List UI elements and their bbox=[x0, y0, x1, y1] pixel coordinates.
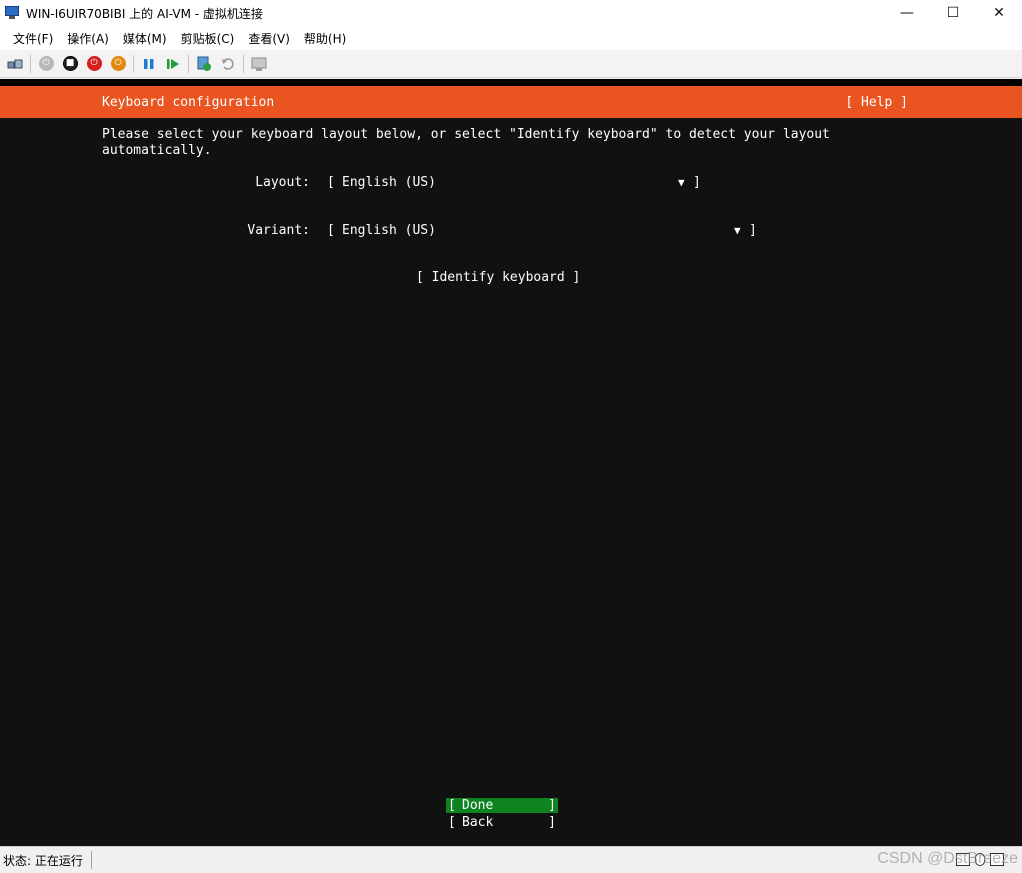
menu-clipboard[interactable]: 剪贴板(C) bbox=[174, 30, 242, 47]
start-icon[interactable]: ⏻ bbox=[34, 53, 58, 75]
window-controls: — ☐ ✕ bbox=[884, 0, 1022, 26]
screen-top-border bbox=[0, 79, 1022, 86]
toolbar-separator bbox=[243, 54, 244, 73]
layout-value: English (US) bbox=[342, 175, 436, 190]
title-bar: WIN-I6UIR70BIBI 上的 AI-VM - 虚拟机连接 — ☐ ✕ bbox=[0, 0, 1022, 26]
variant-value: English (US) bbox=[342, 223, 436, 238]
pause-icon[interactable] bbox=[137, 53, 161, 75]
turn-off-icon[interactable]: ■ bbox=[58, 53, 82, 75]
toolbar-separator bbox=[133, 54, 134, 73]
intro-text: Please select your keyboard layout below… bbox=[102, 127, 862, 159]
back-button[interactable]: [ Back ] bbox=[446, 815, 558, 830]
back-label: Back bbox=[462, 815, 494, 830]
bracket-open: [ bbox=[448, 798, 456, 813]
menu-bar: 文件(F) 操作(A) 媒体(M) 剪贴板(C) 查看(V) 帮助(H) bbox=[0, 26, 1022, 50]
page-title: Keyboard configuration bbox=[102, 95, 275, 110]
toolbar-separator bbox=[188, 54, 189, 73]
vm-screen[interactable]: Keyboard configuration [ Help ] Please s… bbox=[0, 79, 1022, 846]
intro-line: Please select your keyboard layout below… bbox=[102, 127, 830, 142]
status-bar: 状态: 正在运行 CSDN @DstBreeze bbox=[0, 846, 1022, 873]
menu-media[interactable]: 媒体(M) bbox=[116, 30, 174, 47]
help-button[interactable]: [ Help ] bbox=[845, 95, 908, 110]
minimize-button[interactable]: — bbox=[884, 0, 930, 26]
done-button[interactable]: [ Done ] bbox=[446, 798, 558, 813]
menu-action[interactable]: 操作(A) bbox=[60, 30, 116, 47]
variant-label: Variant: bbox=[247, 223, 310, 238]
done-label: Done bbox=[462, 798, 494, 813]
toolbar-separator bbox=[30, 54, 31, 73]
checkpoint-icon[interactable] bbox=[192, 53, 216, 75]
menu-file[interactable]: 文件(F) bbox=[6, 30, 60, 47]
save-icon[interactable]: ⏻ bbox=[106, 53, 130, 75]
menu-view[interactable]: 查看(V) bbox=[241, 30, 297, 47]
status-text: 状态: 正在运行 bbox=[3, 853, 83, 868]
shutdown-icon[interactable]: ⏻ bbox=[82, 53, 106, 75]
bracket-open: [ bbox=[327, 223, 335, 238]
status-separator bbox=[90, 851, 92, 869]
intro-line: automatically. bbox=[102, 143, 212, 158]
chevron-down-icon: ▼ bbox=[734, 224, 741, 237]
bracket-close: ] bbox=[749, 223, 757, 238]
ctrl-alt-del-icon[interactable] bbox=[3, 53, 27, 75]
identify-keyboard-button[interactable]: [ Identify keyboard ] bbox=[416, 270, 580, 285]
enhanced-session-icon[interactable] bbox=[247, 53, 271, 75]
watermark: CSDN @DstBreeze bbox=[877, 850, 1018, 867]
revert-icon[interactable] bbox=[216, 53, 240, 75]
bracket-open: [ bbox=[327, 175, 335, 190]
bracket-close: ] bbox=[548, 815, 556, 830]
vm-connection-icon bbox=[4, 6, 20, 20]
close-button[interactable]: ✕ bbox=[976, 0, 1022, 26]
layout-label: Layout: bbox=[255, 175, 310, 190]
bracket-close: ] bbox=[693, 175, 701, 190]
toolbar: ⏻ ■ ⏻ ⏻ bbox=[0, 50, 1022, 78]
bracket-close: ] bbox=[548, 798, 556, 813]
bracket-open: [ bbox=[448, 815, 456, 830]
menu-help[interactable]: 帮助(H) bbox=[297, 30, 353, 47]
resume-icon[interactable] bbox=[161, 53, 185, 75]
window-title: WIN-I6UIR70BIBI 上的 AI-VM - 虚拟机连接 bbox=[26, 6, 263, 21]
chevron-down-icon: ▼ bbox=[678, 176, 685, 189]
installer-header: Keyboard configuration [ Help ] bbox=[0, 86, 1022, 118]
maximize-button[interactable]: ☐ bbox=[930, 0, 976, 26]
